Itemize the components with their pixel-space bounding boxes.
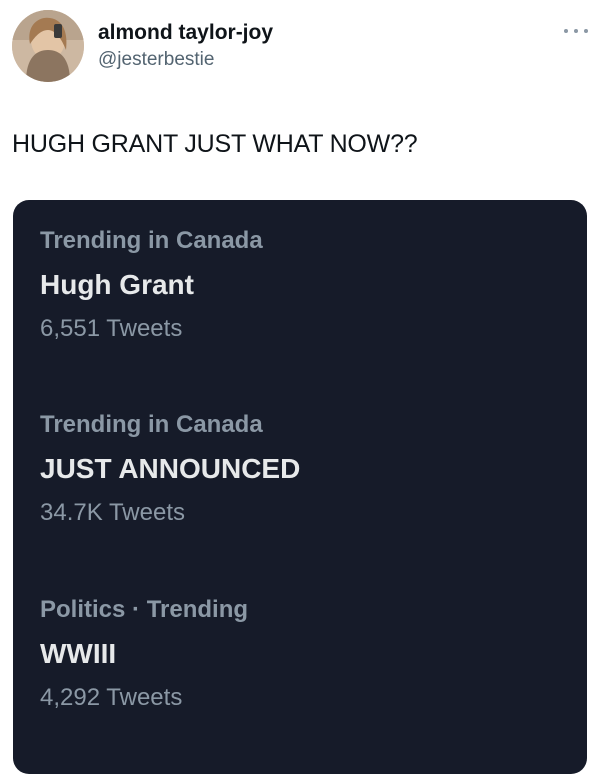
handle[interactable]: @jesterbestie xyxy=(98,48,273,72)
avatar-photo xyxy=(12,10,84,82)
tweet: almond taylor-joy @jesterbestie HUGH GRA… xyxy=(0,0,600,784)
author-names: almond taylor-joy @jesterbestie xyxy=(98,20,273,72)
dot xyxy=(574,29,578,33)
trend-name: WWIII xyxy=(40,638,117,669)
trend-count: 34.7K Tweets xyxy=(40,499,185,526)
dot xyxy=(564,29,568,33)
trending-screenshot-card: Trending in Canada Hugh Grant 6,551 Twee… xyxy=(13,200,587,774)
avatar[interactable] xyxy=(12,10,84,82)
dot xyxy=(584,29,588,33)
trend-count: 6,551 Tweets xyxy=(40,315,183,342)
trend-item-just-announced[interactable]: Trending in Canada JUST ANNOUNCED 34.7K … xyxy=(40,410,560,528)
trend-name: Hugh Grant xyxy=(40,269,194,300)
trend-name: JUST ANNOUNCED xyxy=(40,453,301,484)
trend-item-hugh-grant[interactable]: Trending in Canada Hugh Grant 6,551 Twee… xyxy=(40,226,560,344)
more-dots-icon[interactable] xyxy=(564,24,588,38)
tweet-text: HUGH GRANT JUST WHAT NOW?? xyxy=(12,130,418,158)
trend-count: 4,292 Tweets xyxy=(40,684,183,711)
tweet-header: almond taylor-joy @jesterbestie xyxy=(12,10,588,90)
display-name[interactable]: almond taylor-joy xyxy=(98,20,273,46)
trend-context: Trending in Canada xyxy=(40,411,263,438)
trend-item-wwiii[interactable]: Politics · Trending WWIII 4,292 Tweets xyxy=(40,595,560,713)
trend-context: Politics · Trending xyxy=(40,596,249,623)
trend-context: Trending in Canada xyxy=(40,227,263,254)
